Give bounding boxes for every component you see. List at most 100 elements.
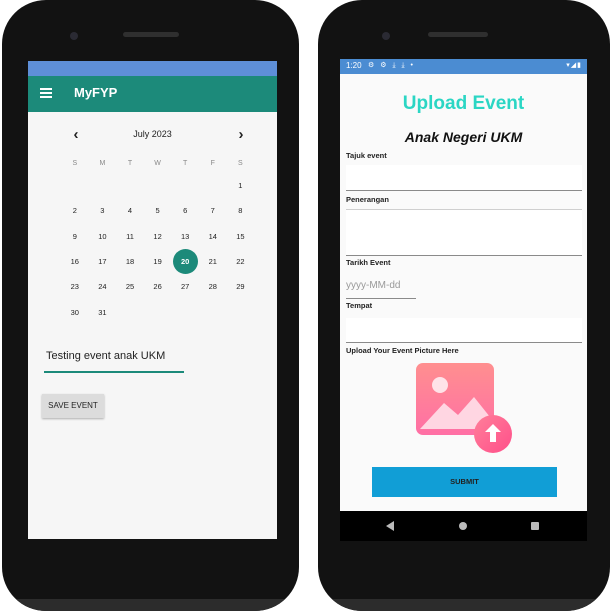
calendar-day-number: 15	[236, 231, 245, 241]
screen-left: MyFYP ‹ July 2023 › S M T W T F S 1 2 3 4 5 6 7 8 9 10 11…	[28, 61, 277, 539]
calendar-empty-cell	[89, 173, 117, 198]
calendar-day[interactable]: 29	[227, 274, 255, 299]
calendar-day[interactable]: 22	[227, 249, 255, 274]
organization-name: Anak Negeri UKM	[404, 129, 523, 145]
calendar-day[interactable]: 6	[171, 198, 199, 223]
calendar-day[interactable]: 30	[61, 300, 89, 325]
calendar-day[interactable]: 23	[61, 274, 89, 299]
calendar-day-number: 8	[238, 206, 243, 216]
tarikh-label: Tarikh Event	[346, 258, 391, 267]
calendar-day-number: 9	[72, 231, 77, 241]
calendar-week-row: 16 17 18 19 20 21 22	[61, 249, 277, 275]
calendar-day-number: 22	[236, 257, 245, 267]
front-camera-icon	[70, 32, 78, 40]
tempat-label: Tempat	[346, 301, 373, 310]
calendar-day-number: 2	[72, 206, 77, 216]
weekday-label: T	[183, 160, 188, 167]
calendar-day-number: 3	[100, 206, 105, 216]
calendar-empty-cell	[199, 300, 227, 325]
calendar-empty-cell	[144, 173, 172, 198]
tarikh-input[interactable]: yyyy-MM-dd	[346, 274, 416, 299]
page-title: Upload Event	[402, 93, 525, 114]
calendar-day-selected[interactable]: 20	[171, 249, 199, 275]
weekday-label: W	[154, 160, 161, 167]
calendar-grid: S M T W T F S 1 2 3 4 5 6 7 8 9 10 11 12 13 14 15 16 17 18 19 20 21…	[61, 157, 277, 325]
calendar-day[interactable]: 18	[116, 249, 144, 274]
screen-right: 1:20 ⚙ ⚙ ⤓ ⤓ • ▾◢▮ Upload Event Anak Neg…	[340, 59, 587, 541]
tajuk-input[interactable]	[346, 165, 582, 191]
status-bar: 1:20 ⚙ ⚙ ⤓ ⤓ • ▾◢▮	[340, 59, 587, 74]
calendar-day[interactable]: 3	[89, 198, 117, 223]
calendar-day[interactable]: 12	[144, 224, 172, 249]
calendar-day-number: 10	[98, 231, 107, 241]
calendar-day-number: 23	[70, 282, 79, 292]
calendar-day-number: 11	[126, 231, 134, 241]
phone-bottom-edge	[318, 599, 610, 611]
calendar-day[interactable]: 13	[171, 224, 199, 249]
chevron-right-icon[interactable]: ›	[233, 127, 249, 143]
image-upload-icon[interactable]	[416, 363, 512, 455]
calendar-day-number: 21	[208, 257, 217, 267]
calendar-day-number: 26	[153, 282, 162, 292]
calendar-day[interactable]: 1	[227, 173, 255, 198]
app-bar: MyFYP	[28, 76, 277, 112]
calendar-day[interactable]: 5	[144, 198, 172, 223]
recents-icon[interactable]	[531, 522, 539, 530]
tarikh-placeholder: yyyy-MM-dd	[346, 280, 401, 291]
calendar-day-number: 13	[181, 231, 190, 241]
penerangan-label: Penerangan	[346, 195, 389, 204]
calendar-day-number: 28	[208, 282, 217, 292]
calendar-day[interactable]: 19	[144, 249, 172, 274]
status-time: 1:20	[346, 61, 362, 70]
calendar-day[interactable]: 4	[116, 198, 144, 223]
calendar-day-number: 6	[183, 206, 188, 216]
front-camera-icon	[382, 32, 390, 40]
event-name-value: Testing event anak UKM	[46, 350, 166, 362]
calendar-day[interactable]: 7	[199, 198, 227, 223]
calendar-day[interactable]: 2	[61, 198, 89, 223]
calendar-day-number: 20	[181, 257, 190, 267]
calendar-empty-cell	[144, 300, 172, 325]
back-icon[interactable]	[386, 521, 394, 531]
weekday-label: T	[127, 160, 133, 167]
tempat-input[interactable]	[346, 318, 582, 343]
calendar-day-number: 14	[208, 231, 217, 241]
calendar-day[interactable]: 8	[227, 198, 255, 223]
calendar-day[interactable]: 26	[144, 274, 172, 299]
calendar-day[interactable]: 21	[199, 249, 227, 274]
calendar-week-row: 9 10 11 12 13 14 15	[61, 224, 277, 249]
calendar-day[interactable]: 27	[171, 274, 199, 299]
calendar-empty-cell	[116, 300, 144, 325]
home-icon[interactable]	[459, 522, 467, 530]
calendar-day-number: 4	[127, 206, 133, 216]
calendar-day[interactable]: 9	[61, 224, 89, 249]
calendar-day-number: 30	[70, 307, 79, 317]
calendar-day[interactable]: 24	[89, 274, 117, 299]
speaker-grille	[123, 32, 179, 37]
calendar-day-number: 27	[181, 282, 190, 292]
calendar-day[interactable]: 11	[116, 224, 144, 249]
calendar-day[interactable]: 14	[199, 224, 227, 249]
calendar-day[interactable]: 15	[227, 224, 255, 249]
event-name-input[interactable]: Testing event anak UKM	[44, 347, 184, 373]
calendar-day[interactable]: 16	[61, 249, 89, 274]
calendar-day-number: 7	[210, 206, 215, 216]
calendar-week-row: 1	[61, 173, 277, 198]
tajuk-label: Tajuk event	[346, 151, 387, 160]
calendar-day[interactable]: 25	[116, 274, 144, 299]
upload-label: Upload Your Event Picture Here	[346, 346, 459, 355]
phone-frame-right: 1:20 ⚙ ⚙ ⤓ ⤓ • ▾◢▮ Upload Event Anak Neg…	[318, 0, 610, 611]
calendar-day[interactable]: 10	[89, 224, 117, 249]
notification-icons: ⚙ ⚙ ⤓ ⤓ •	[368, 62, 415, 69]
submit-button[interactable]: SUBMIT	[372, 467, 557, 497]
calendar-day[interactable]: 17	[89, 249, 117, 274]
save-event-button[interactable]: SAVE EVENT	[42, 394, 104, 418]
calendar-day[interactable]: 28	[199, 274, 227, 299]
calendar-day[interactable]: 31	[89, 300, 117, 325]
hamburger-menu-icon[interactable]	[40, 88, 52, 98]
calendar-week-row: 2 3 4 5 6 7 8	[61, 198, 277, 223]
calendar-empty-cell	[171, 300, 199, 325]
calendar-day-number: 17	[98, 257, 107, 267]
penerangan-input[interactable]	[346, 209, 582, 256]
calendar-empty-cell	[116, 173, 144, 198]
